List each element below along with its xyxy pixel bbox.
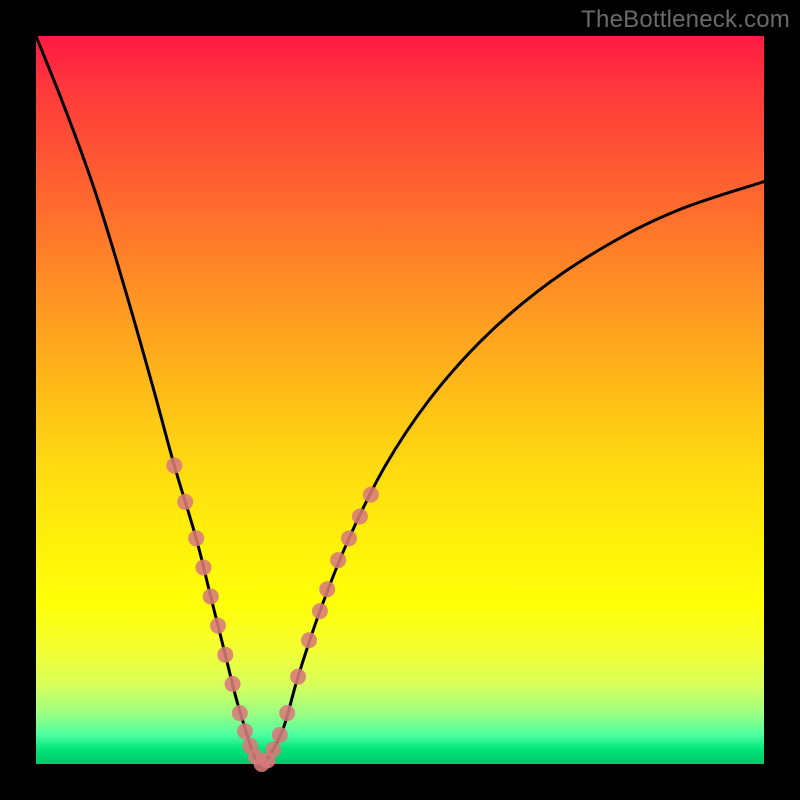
marker-dot (177, 494, 193, 510)
marker-dot (210, 618, 226, 634)
marker-dot (225, 676, 241, 692)
marker-dot (301, 632, 317, 648)
watermark-text: TheBottleneck.com (581, 6, 790, 34)
chart-frame: TheBottleneck.com (0, 0, 800, 800)
marker-dot (166, 458, 182, 474)
marker-dot (272, 727, 288, 743)
marker-dot (217, 647, 233, 663)
marker-dot (319, 581, 335, 597)
curve-path (36, 36, 764, 764)
marker-dot (363, 487, 379, 503)
marker-dot (237, 723, 253, 739)
marker-dot (265, 741, 281, 757)
curve-line (36, 36, 764, 764)
marker-dot (330, 552, 346, 568)
marker-dot (195, 559, 211, 575)
marker-dot (341, 530, 357, 546)
plot-area (36, 36, 764, 764)
marker-dot (312, 603, 328, 619)
marker-dot (290, 669, 306, 685)
marker-dot (188, 530, 204, 546)
marker-dot (232, 705, 248, 721)
chart-svg (36, 36, 764, 764)
marker-dot (352, 508, 368, 524)
marker-dot (279, 705, 295, 721)
marker-dots (166, 458, 379, 772)
marker-dot (203, 589, 219, 605)
